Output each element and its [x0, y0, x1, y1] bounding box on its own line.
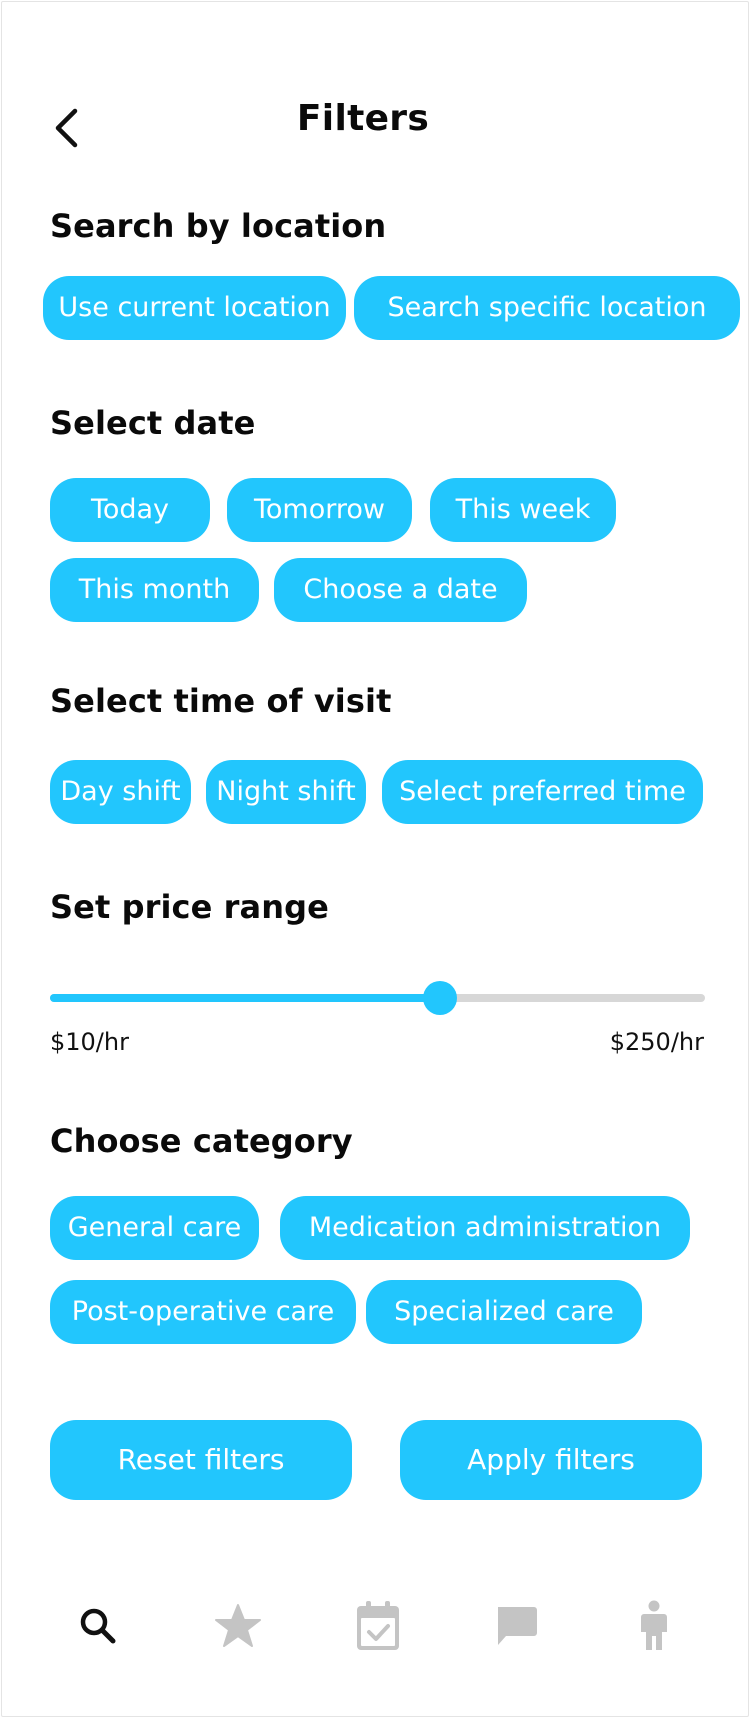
bottom-tab-bar: [2, 1592, 748, 1672]
category-chip-general-care[interactable]: General care: [50, 1196, 259, 1260]
date-chip-this-month[interactable]: This month: [50, 558, 259, 622]
reset-filters-button[interactable]: Reset filters: [50, 1420, 352, 1500]
use-current-location-chip[interactable]: Use current location: [43, 276, 346, 340]
time-section-title: Select time of visit: [50, 682, 392, 720]
calendar-check-icon: [357, 1601, 399, 1650]
location-section-title: Search by location: [50, 207, 387, 245]
time-chip-night-shift[interactable]: Night shift: [206, 760, 366, 824]
date-chip-today[interactable]: Today: [50, 478, 210, 542]
category-section-title: Choose category: [50, 1122, 353, 1160]
tab-search[interactable]: [68, 1592, 128, 1660]
time-chip-preferred-time[interactable]: Select preferred time: [382, 760, 703, 824]
price-slider-thumb[interactable]: [423, 981, 457, 1015]
search-specific-location-chip[interactable]: Search specific location: [354, 276, 740, 340]
price-max-label: $250/hr: [609, 1028, 704, 1056]
date-chip-this-week[interactable]: This week: [430, 478, 616, 542]
search-icon: [80, 1608, 116, 1644]
person-icon: [641, 1600, 667, 1650]
tab-schedule[interactable]: [348, 1592, 408, 1660]
filters-screen: Filters Search by location Use current l…: [1, 1, 749, 1717]
star-icon: [215, 1604, 261, 1647]
date-section-title: Select date: [50, 404, 256, 442]
page-title: Filters: [296, 98, 430, 139]
category-chip-post-operative-care[interactable]: Post-operative care: [50, 1280, 356, 1344]
time-chip-day-shift[interactable]: Day shift: [50, 760, 191, 824]
tab-profile[interactable]: [624, 1592, 684, 1660]
price-min-label: $10/hr: [50, 1028, 129, 1056]
date-chip-tomorrow[interactable]: Tomorrow: [227, 478, 412, 542]
date-chip-choose-date[interactable]: Choose a date: [274, 558, 527, 622]
apply-filters-button[interactable]: Apply filters: [400, 1420, 702, 1500]
category-chip-medication-administration[interactable]: Medication administration: [280, 1196, 690, 1260]
price-slider-fill: [50, 994, 440, 1002]
tab-messages[interactable]: [486, 1592, 546, 1660]
price-section-title: Set price range: [50, 888, 329, 926]
category-chip-specialized-care[interactable]: Specialized care: [366, 1280, 642, 1344]
chat-icon: [498, 1607, 537, 1645]
tab-favorites[interactable]: [208, 1592, 268, 1660]
